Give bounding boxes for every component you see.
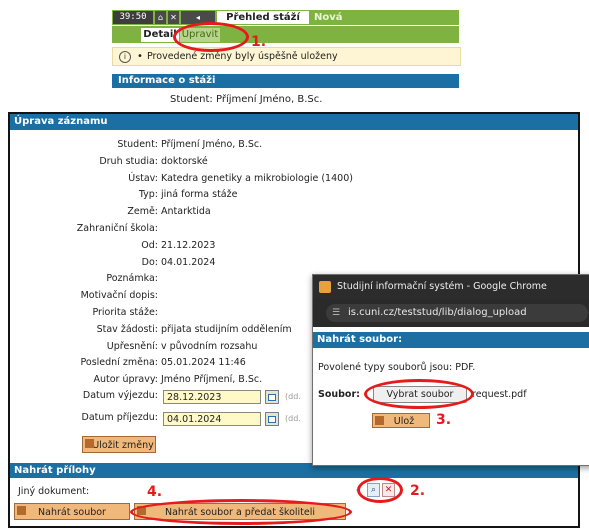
form-heading: Úprava záznamu: [10, 114, 578, 130]
arrival-date-input[interactable]: 04.01.2024: [163, 412, 261, 426]
file-label: Soubor:: [318, 389, 360, 400]
popup-title-bar: Studijní informační systém - Google Chro…: [313, 275, 589, 299]
popup-address-field[interactable]: ☰ is.cuni.cz/teststud/lib/dialog_upload: [326, 304, 588, 322]
chosen-file-name: request.pdf: [472, 389, 527, 400]
field-label: Zahraniční škola:: [76, 223, 158, 234]
info-icon: i: [119, 51, 131, 63]
annotation-ellipse-2: [357, 477, 403, 503]
date-format-hint: (dd.: [285, 414, 301, 423]
annotation-number-2: 2.: [410, 483, 426, 499]
field-label: Priorita stáže:: [92, 307, 158, 318]
field-label: Poznámka:: [106, 273, 158, 285]
field-label: Upřesnění:: [106, 340, 158, 352]
field-value: v původním rozsahu: [161, 340, 258, 352]
field-label: Poslední změna:: [80, 357, 158, 369]
allowed-types-text: Povolené typy souborů jsou: PDF.: [318, 362, 476, 373]
save-changes-button[interactable]: Uložit změny: [82, 436, 156, 453]
field-value: přijata studijním oddělením: [161, 323, 292, 335]
site-settings-icon[interactable]: ☰: [332, 304, 340, 322]
save-file-label: Ulož: [393, 416, 415, 427]
field-value: 21.12.2023: [161, 239, 216, 251]
info-student-label: Student:: [170, 94, 213, 105]
success-message: i • Provedené změny byly úspěšně uloženy: [112, 47, 461, 66]
doc-label: Jiný dokument:: [18, 486, 90, 497]
field-label: Typ:: [138, 189, 158, 201]
field-value: doktorské: [161, 155, 208, 167]
session-timer: 39:50: [113, 11, 153, 24]
field-label: Od:: [141, 239, 158, 251]
field-value: jiná forma stáže: [161, 189, 238, 201]
upload-file-label: Nahrát soubor: [38, 507, 106, 518]
arrival-label: Datum příjezdu:: [81, 412, 158, 423]
field-label: Země:: [127, 206, 158, 218]
field-label: Stav žádosti:: [96, 323, 158, 335]
popup-url-text: is.cuni.cz/teststud/lib/dialog_upload: [348, 307, 527, 318]
bullet: •: [137, 51, 143, 62]
upload-file-button[interactable]: Nahrát soubor: [14, 503, 130, 520]
annotation-ellipse-4: [130, 499, 352, 525]
popup-heading: Nahrát soubor:: [313, 332, 589, 348]
tab-nova[interactable]: Nová: [310, 11, 352, 24]
field-label: Motivační dopis:: [80, 290, 158, 302]
field-value: Příjmení Jméno, B.Sc.: [161, 139, 263, 150]
departure-label: Datum výjezdu:: [82, 390, 158, 401]
field-value: Katedra genetiky a mikrobiologie (1400): [161, 172, 353, 184]
field-label: Student:: [117, 139, 158, 150]
annotation-number-4: 4.: [147, 484, 163, 500]
info-student-value: Příjmení Jméno, B.Sc.: [216, 94, 323, 105]
annotation-number-1: 1.: [251, 34, 267, 50]
field-value: 05.01.2024 11:46: [161, 357, 246, 369]
save-changes-label: Uložit změny: [92, 440, 154, 451]
annotation-ellipse-3: [364, 379, 474, 409]
calendar-icon[interactable]: [265, 412, 279, 426]
popup-window-title: Studijní informační systém - Google Chro…: [337, 281, 547, 292]
calendar-icon[interactable]: [265, 390, 279, 404]
field-label: Do:: [141, 256, 158, 268]
field-label: Autor úpravy:: [93, 374, 158, 386]
info-student-row: Student: Příjmení Jméno, B.Sc.: [112, 94, 459, 108]
field-label: Druh studia:: [99, 155, 158, 167]
tab-prehled-stazi[interactable]: Přehled stáží: [217, 11, 309, 24]
field-value: 04.01.2024: [161, 256, 216, 268]
success-message-text: Provedené změny byly úspěšně uloženy: [147, 51, 338, 62]
app-icon: [319, 281, 331, 293]
field-value: Jméno Příjmení, B.Sc.: [161, 374, 263, 386]
home-icon[interactable]: ⌂: [155, 11, 166, 24]
info-heading: Informace o stáži: [112, 74, 459, 88]
save-file-button[interactable]: Ulož: [372, 413, 430, 428]
date-format-hint: (dd.: [285, 392, 301, 401]
departure-date-input[interactable]: 28.12.2023: [163, 390, 261, 404]
field-label: Ústav:: [128, 172, 158, 184]
annotation-number-3: 3.: [436, 412, 452, 428]
close-icon[interactable]: ✕: [168, 11, 179, 24]
annotation-ellipse-1: [173, 22, 249, 52]
field-value: Antarktida: [161, 206, 211, 218]
